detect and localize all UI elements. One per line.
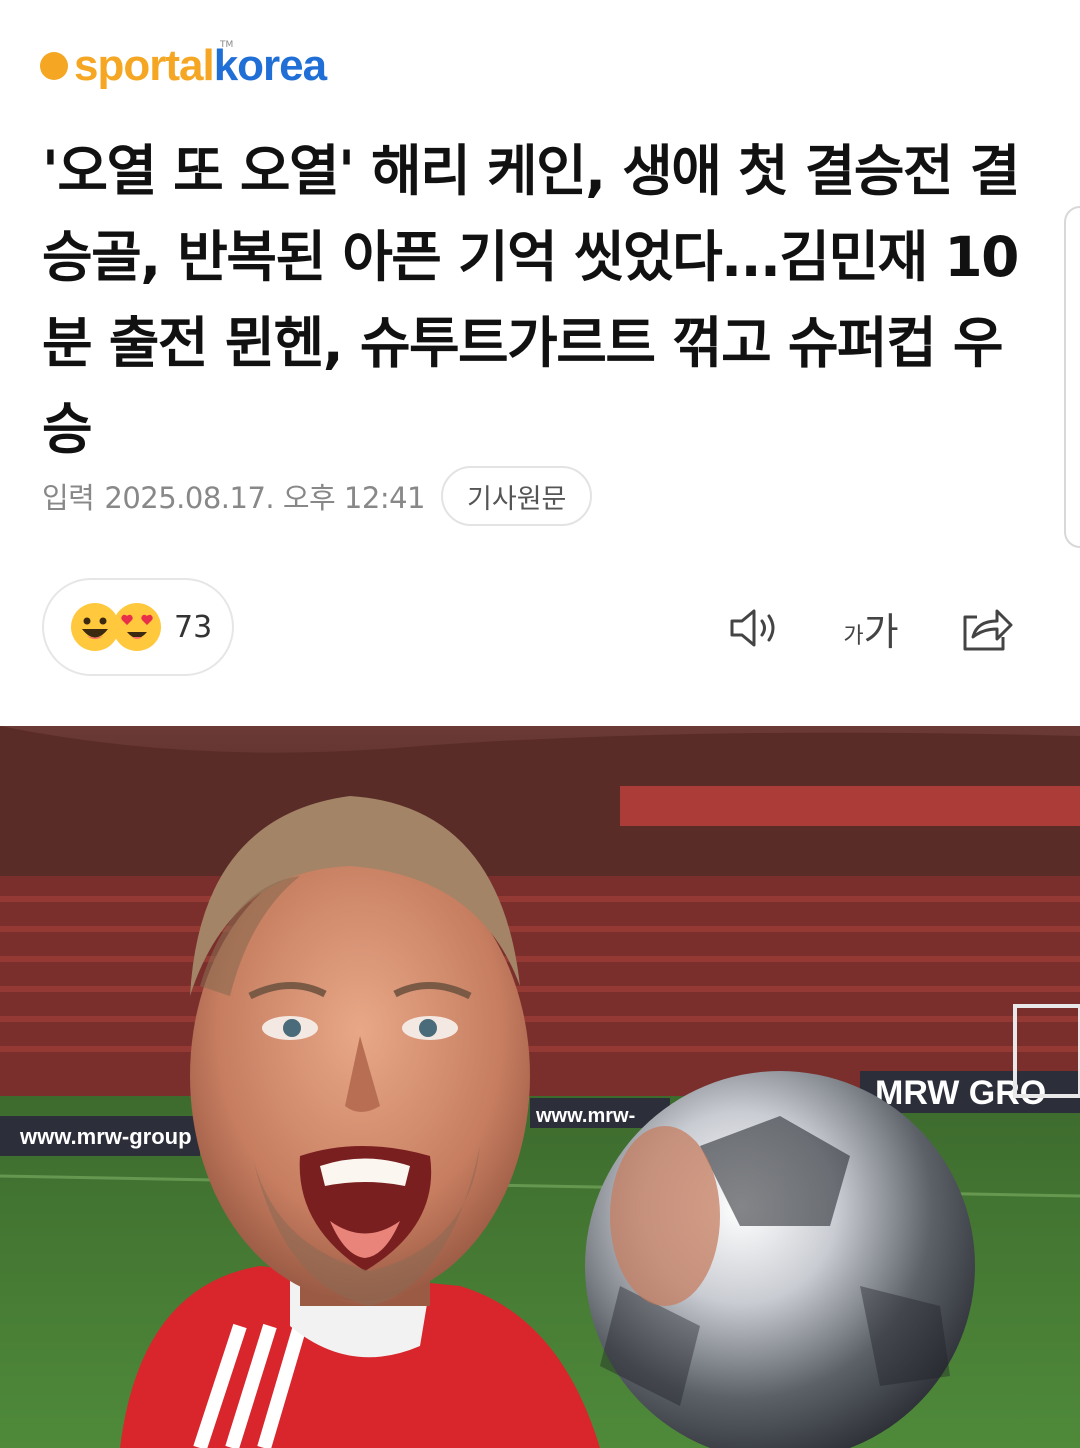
sportalkorea-logo[interactable]: sportal korea TM xyxy=(40,36,327,96)
publish-date: 2025.08.17. 오후 12:41 xyxy=(104,481,426,515)
banner-left-text: www.mrw-group xyxy=(19,1124,192,1149)
font-size-small-label: 가 xyxy=(843,624,864,649)
reaction-button[interactable]: 73 xyxy=(42,578,234,676)
grinning-face-icon xyxy=(71,603,119,651)
text-to-speech-button[interactable] xyxy=(726,598,786,658)
font-size-button[interactable]: 가 가 xyxy=(838,598,904,658)
font-size-large-label: 가 xyxy=(863,609,899,654)
logo-text-primary: sportal xyxy=(74,41,215,90)
article-meta: 입력 2025.08.17. 오후 12:41 기사원문 xyxy=(42,465,593,527)
side-panel-handle[interactable] xyxy=(1064,206,1080,548)
reaction-count: 73 xyxy=(174,609,213,645)
share-button[interactable] xyxy=(956,598,1018,658)
article-photo[interactable]: www.mrw-group www.mrw- MRW GRO xyxy=(0,726,1080,1448)
share-icon xyxy=(963,609,1013,651)
input-label: 입력 xyxy=(42,481,95,515)
photo-illustration: www.mrw-group www.mrw- MRW GRO xyxy=(0,726,1080,1448)
speaker-icon xyxy=(730,609,775,647)
logo-dot xyxy=(40,52,68,80)
banner-right-text: MRW GRO xyxy=(875,1074,1046,1112)
banner-mid-text: www.mrw- xyxy=(535,1105,635,1127)
article-title: '오열 또 오열' 해리 케인, 생애 첫 결승전 결승골, 반복된 아픈 기억… xyxy=(42,139,1020,461)
logo-trademark: TM xyxy=(220,40,234,50)
original-article-button[interactable]: 기사원문 xyxy=(441,466,593,526)
